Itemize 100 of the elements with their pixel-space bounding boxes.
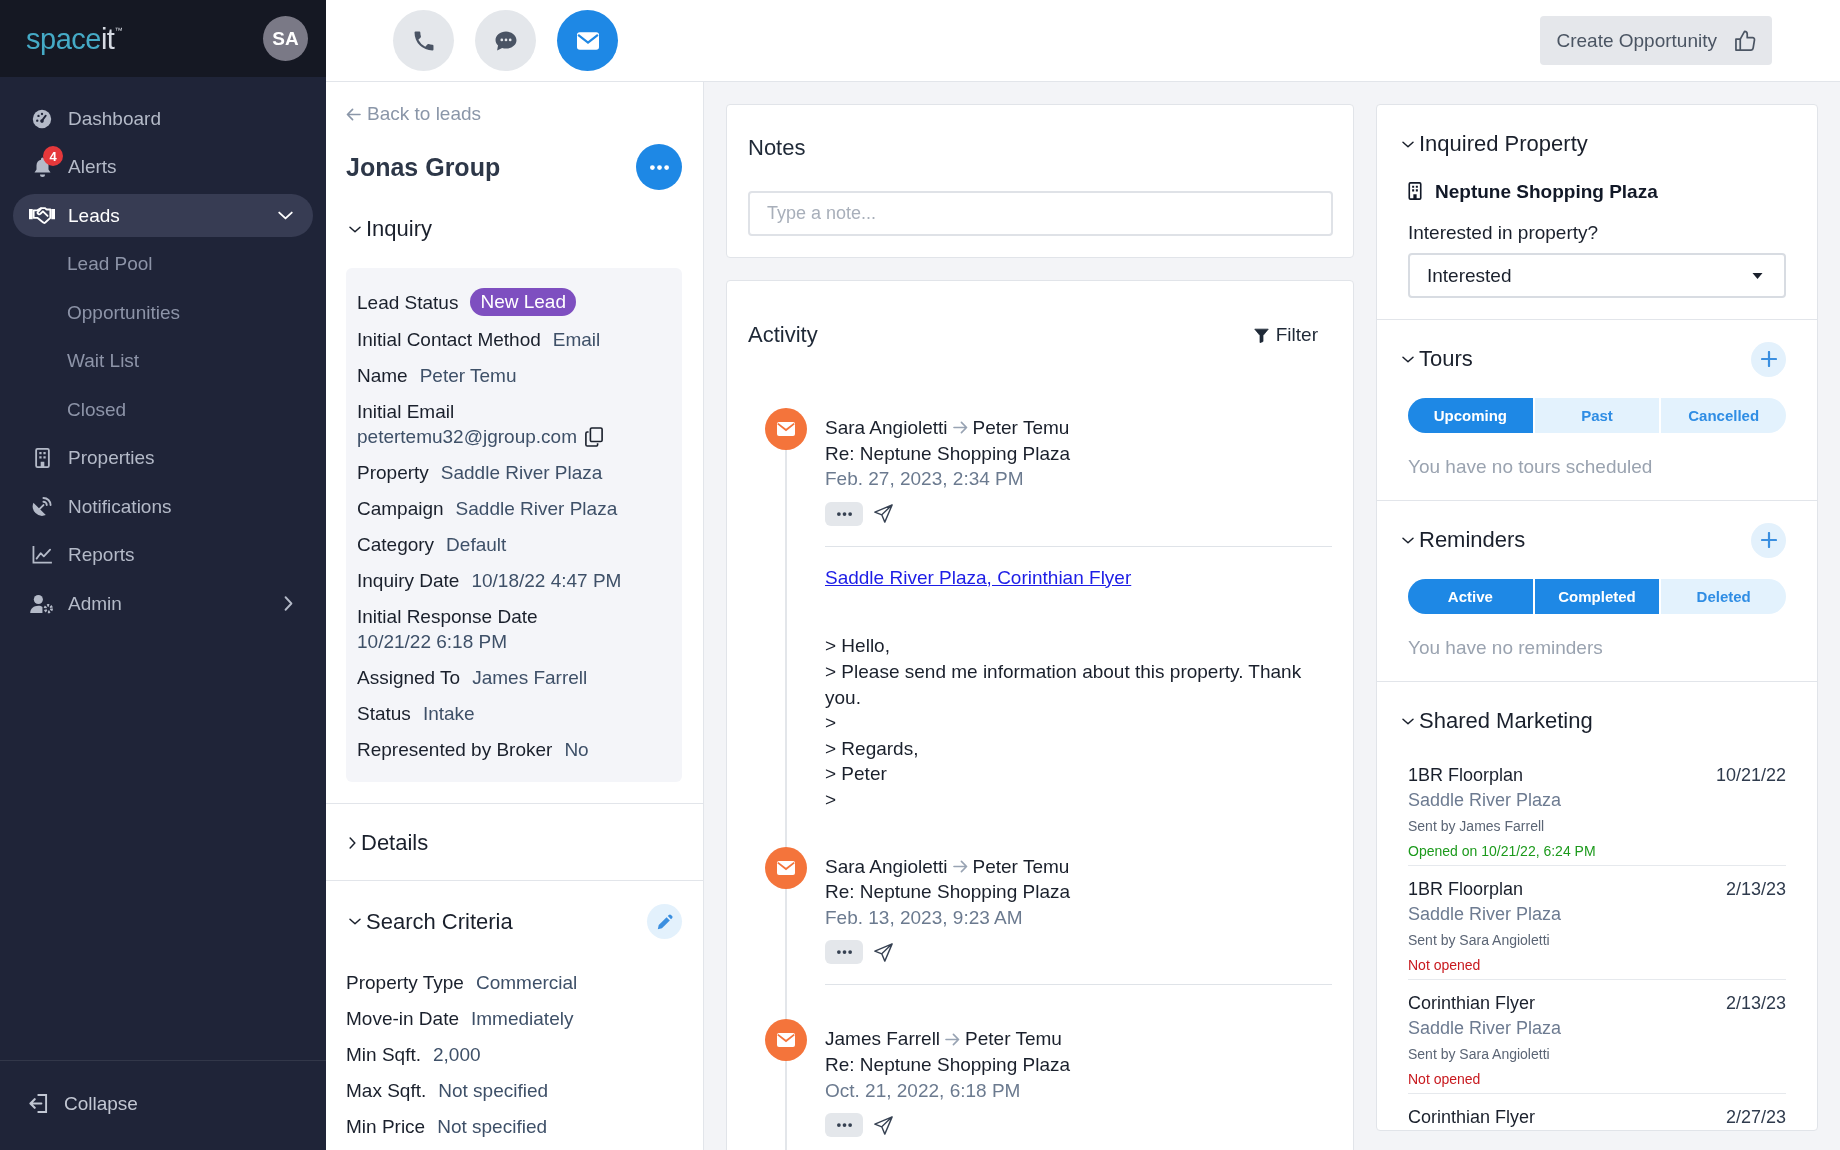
more-button[interactable] — [825, 1113, 863, 1138]
field-label: Interested in property? — [1408, 220, 1600, 245]
brand-logo[interactable]: spaceit™ — [26, 21, 122, 56]
field-value: Saddle River Plaza — [455, 497, 618, 521]
tab[interactable]: Completed — [1534, 579, 1660, 614]
field-label: Property — [357, 461, 429, 485]
arrow-right-icon — [952, 859, 968, 873]
marketing-title: Corinthian Flyer — [1408, 1105, 1536, 1129]
more-button[interactable] — [825, 940, 863, 965]
interest-select[interactable]: Interested — [1408, 253, 1786, 298]
count-badge: 4 — [43, 146, 63, 166]
paper-plane-icon[interactable] — [874, 942, 893, 962]
empty-message: You have no tours scheduled — [1408, 455, 1654, 479]
field-label: Assigned To — [357, 666, 461, 690]
email-link[interactable]: Saddle River Plaza, Corinthian Flyer — [825, 564, 1132, 591]
nav-subitem[interactable]: Opportunities — [13, 291, 313, 334]
open-status: Not opened — [1408, 956, 1482, 975]
card-title: Notes — [748, 134, 807, 162]
nav-item[interactable]: Reports — [13, 533, 313, 577]
bell-icon — [33, 156, 51, 178]
copy-icon[interactable] — [584, 426, 603, 447]
add-button[interactable] — [1751, 522, 1786, 558]
section-header[interactable]: Reminders — [1402, 525, 1526, 555]
section-header[interactable]: Inquiry — [349, 214, 433, 244]
paper-plane-icon[interactable] — [874, 504, 893, 524]
building-icon — [34, 448, 50, 468]
open-status: Opened on 10/21/22, 6:24 PM — [1408, 842, 1597, 861]
add-button[interactable] — [1751, 341, 1786, 377]
more-button[interactable] — [636, 144, 682, 190]
envelope-icon — [576, 30, 599, 51]
marketing-title: 1BR Floorplan — [1408, 877, 1524, 901]
field-value: 10/21/22 6:18 PM — [357, 630, 507, 654]
pencil-icon — [656, 913, 673, 930]
user-avatar[interactable]: SA — [263, 16, 308, 61]
paper-plane-icon[interactable] — [874, 1115, 893, 1135]
field-label: Property Type — [346, 971, 464, 995]
email-body-line: > — [825, 711, 838, 736]
marketing-property: Saddle River Plaza — [1408, 789, 1563, 812]
nav-item[interactable]: Notifications — [13, 485, 313, 528]
create-opportunity-button[interactable]: Create Opportunity — [1540, 16, 1772, 65]
nav-item[interactable]: Dashboard — [13, 97, 313, 140]
ellipsis-icon — [836, 511, 852, 516]
marketing-title: Corinthian Flyer — [1408, 991, 1536, 1015]
section-header[interactable]: Inquired Property — [1402, 129, 1588, 159]
thumbs-up-icon — [1735, 30, 1756, 51]
ellipsis-icon — [649, 164, 669, 170]
status-badge: New Lead — [470, 288, 576, 316]
field-value: 2,000 — [433, 1043, 481, 1067]
more-button[interactable] — [825, 501, 863, 526]
marketing-date: 2/13/23 — [1725, 877, 1786, 901]
field-label: Min Sqft. — [346, 1043, 421, 1067]
line-chart-icon — [32, 546, 52, 564]
nav-item[interactable]: Admin — [13, 582, 313, 625]
marketing-date: 10/21/22 — [1715, 763, 1786, 787]
edit-button[interactable] — [647, 904, 682, 939]
field-value: Commercial — [475, 971, 578, 995]
lead-title: Jonas Group — [346, 152, 501, 182]
phone-icon — [412, 30, 435, 51]
nav-subitem[interactable]: Wait List — [13, 339, 313, 383]
nav-item[interactable]: Properties — [13, 436, 313, 480]
marketing-date: 2/13/23 — [1725, 991, 1786, 1015]
nav-subitem[interactable]: Lead Pool — [13, 242, 313, 286]
arrow-right-icon — [945, 1032, 961, 1046]
nav-subitem[interactable]: Closed — [13, 388, 313, 431]
open-status: Not opened — [1408, 1070, 1482, 1089]
email-date: Feb. 27, 2023, 2:34 PM — [825, 467, 1025, 492]
envelope-icon — [765, 1019, 807, 1062]
sender-name: James Farrell — [825, 1027, 941, 1052]
nav-item[interactable]: 4 Alerts — [13, 145, 313, 189]
marketing-property: Saddle River Plaza — [1408, 1017, 1563, 1040]
email-subject: Re: Neptune Shopping Plaza — [825, 441, 1072, 466]
tab[interactable]: Upcoming — [1408, 398, 1533, 433]
field-value: Intake — [422, 702, 475, 726]
field-label: Initial Email — [357, 400, 455, 424]
field-label: Category — [357, 533, 435, 557]
gauge-icon — [32, 108, 52, 129]
funnel-icon — [1253, 327, 1269, 343]
nav-item[interactable]: Leads — [13, 194, 313, 237]
arrow-left-icon — [346, 107, 361, 121]
envelope-icon — [765, 846, 807, 889]
section-header[interactable]: Tours — [1402, 344, 1473, 374]
email-body-line: > Please send me information about this property. Thank you. — [825, 659, 1303, 710]
section-header[interactable]: Details — [349, 828, 429, 858]
field-label: Represented by Broker — [357, 738, 553, 762]
section-header[interactable]: Shared Marketing — [1402, 706, 1593, 736]
field-label: Name — [357, 364, 408, 388]
recipient-name: Peter Temu — [972, 854, 1070, 879]
card-title: Activity — [748, 321, 818, 349]
tab[interactable]: Active — [1408, 579, 1533, 614]
sender-name: Sara Angioletti — [825, 416, 948, 440]
filter-button[interactable]: Filter — [1253, 324, 1318, 346]
empty-message: You have no reminders — [1408, 636, 1604, 660]
note-input[interactable]: Type a note... — [748, 191, 1333, 236]
section-header[interactable]: Search Criteria — [349, 906, 513, 937]
field-value: Not specified — [437, 1115, 548, 1139]
field-value: Immediately — [471, 1007, 574, 1031]
field-label: Max Sqft. — [346, 1079, 427, 1103]
field-value: 10/18/22 4:47 PM — [471, 569, 622, 593]
building-icon — [1408, 182, 1422, 200]
email-button[interactable] — [557, 10, 618, 71]
